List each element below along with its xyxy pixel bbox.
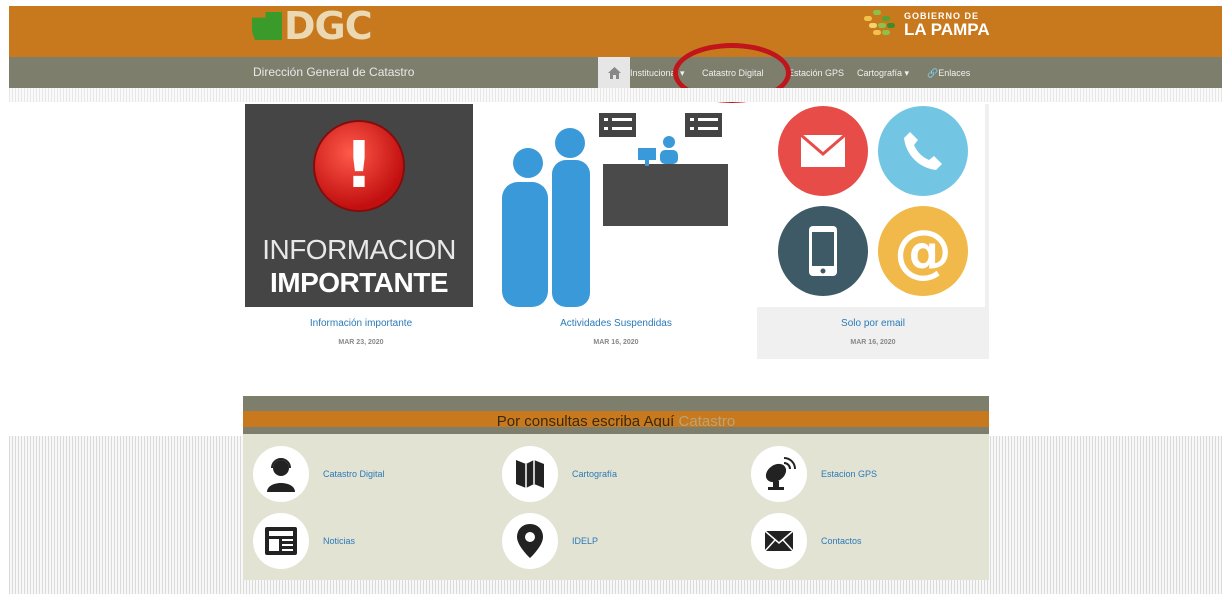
card-title[interactable]: Actividades Suspendidas — [500, 318, 732, 329]
card-title[interactable]: Solo por email — [757, 318, 989, 329]
nav-item-estacion-gps[interactable]: Estación GPS — [788, 68, 844, 78]
quick-link-label: Contactos — [821, 536, 862, 546]
quick-link-catastro-digital[interactable]: Catastro Digital — [253, 446, 385, 502]
nav-item-label: Institucional — [630, 68, 678, 78]
la-pampa-map-icon — [252, 12, 282, 40]
card-date: MAR 23, 2020 — [338, 339, 384, 346]
nav-item-label: Enlaces — [938, 68, 971, 78]
office-queue-illustration-icon — [502, 113, 728, 307]
card-image-email[interactable]: @ — [757, 104, 985, 307]
news-card-informacion[interactable]: ! INFORMACION IMPORTANTE Información imp… — [245, 104, 477, 346]
card-date: MAR 16, 2020 — [593, 339, 639, 346]
contact-banner: Por consultas escriba Aquí Catastro — [243, 411, 989, 430]
newspaper-icon — [253, 513, 309, 569]
quick-link-estacion-gps[interactable]: Estacion GPS — [751, 446, 877, 502]
link-icon: 🔗 — [927, 68, 939, 78]
nav-item-label: Cartografía — [857, 68, 903, 78]
news-card-email[interactable]: @ Solo por email MAR 16, 2020 — [757, 104, 989, 359]
logo-text: DGC — [284, 4, 373, 48]
caret-down-icon: ▾ — [904, 68, 910, 78]
quick-link-label: Catastro Digital — [323, 469, 385, 479]
card-image-informacion[interactable]: ! INFORMACION IMPORTANTE — [245, 104, 473, 307]
nav-item-cartografia[interactable]: Cartografía ▾ — [857, 68, 909, 79]
at-sign-icon: @ — [878, 206, 968, 296]
navbar-brand[interactable]: Dirección General de Catastro — [253, 65, 414, 79]
alert-icon: ! — [315, 122, 403, 210]
gobierno-dots-icon — [864, 10, 898, 40]
quick-link-label: Cartografía — [572, 469, 618, 479]
quick-link-cartografia[interactable]: Cartografía — [502, 446, 617, 502]
quick-link-label: Estacion GPS — [821, 469, 878, 479]
image-text-line2: IMPORTANTE — [269, 267, 449, 298]
card-title[interactable]: Información importante — [245, 318, 477, 329]
mobile-phone-icon — [778, 206, 868, 296]
footer-divider — [243, 396, 989, 411]
la-pampa-label: LA PAMPA — [904, 20, 990, 39]
quick-link-label: IDELP — [572, 536, 599, 546]
main-navbar: Dirección General de Catastro Institucio… — [9, 57, 1222, 88]
footer-divider — [243, 427, 989, 434]
quick-link-noticias[interactable]: Noticias — [253, 513, 355, 569]
image-text-line1: INFORMACION — [262, 234, 456, 265]
news-card-actividades[interactable]: Actividades Suspendidas MAR 16, 2020 — [500, 104, 732, 346]
home-icon — [607, 66, 621, 79]
quick-link-idelp[interactable]: IDELP — [502, 513, 598, 569]
dgc-logo[interactable]: DGC — [252, 4, 373, 48]
site-header — [9, 6, 1222, 57]
map-icon — [502, 446, 558, 502]
mail-icon — [778, 106, 868, 196]
nav-home-button[interactable] — [598, 57, 630, 88]
decorative-stripes — [9, 88, 1222, 102]
quick-link-contactos[interactable]: Contactos — [751, 513, 862, 569]
card-date: MAR 16, 2020 — [850, 339, 896, 346]
location-pin-icon — [502, 513, 558, 569]
satellite-dish-icon — [751, 446, 807, 502]
quick-links-panel: Por consultas escriba Aquí Catastro Cata… — [243, 396, 989, 580]
card-image-actividades[interactable] — [500, 104, 728, 307]
envelope-icon — [751, 513, 807, 569]
phone-icon — [878, 106, 968, 196]
quick-link-label: Noticias — [323, 536, 356, 546]
nav-item-enlaces[interactable]: 🔗Enlaces — [927, 68, 970, 79]
person-headset-icon — [253, 446, 309, 502]
gobierno-la-pampa-logo[interactable]: GOBIERNO DE LA PAMPA — [864, 10, 990, 40]
